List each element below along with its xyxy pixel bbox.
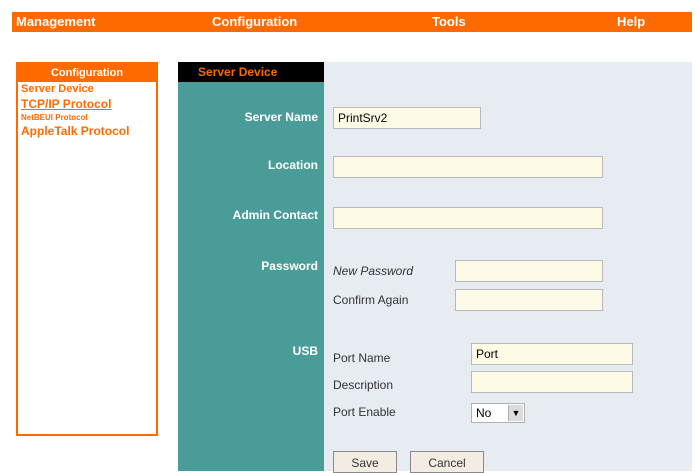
new-password-field[interactable]: [455, 260, 603, 282]
label-column: [178, 82, 324, 471]
description-field[interactable]: [471, 371, 633, 393]
nav-tools[interactable]: Tools: [432, 14, 466, 29]
admin-contact-field[interactable]: [333, 207, 603, 229]
port-enable-select[interactable]: No ▼: [471, 403, 525, 423]
sidebar-item-tcpip[interactable]: TCP/IP Protocol: [18, 97, 156, 112]
sidebar-title: Configuration: [18, 64, 156, 82]
description-label: Description: [333, 378, 394, 392]
save-button[interactable]: Save: [333, 451, 397, 473]
nav-help[interactable]: Help: [617, 14, 645, 29]
panel-title: Server Device: [178, 62, 324, 82]
port-name-field[interactable]: [471, 343, 633, 365]
admin-contact-label: Admin Contact: [232, 208, 318, 222]
chevron-down-icon[interactable]: ▼: [508, 405, 523, 421]
new-password-label: New Password: [333, 264, 414, 278]
port-name-label: Port Name: [333, 351, 391, 365]
cancel-button[interactable]: Cancel: [410, 451, 484, 473]
top-nav-bar: Management Configuration Tools Help: [12, 12, 692, 32]
usb-label: USB: [292, 344, 318, 358]
nav-management[interactable]: Management: [16, 14, 95, 29]
sidebar-item-netbeui[interactable]: NetBEUI Protocol: [18, 112, 156, 124]
confirm-password-label: Confirm Again: [333, 293, 409, 307]
sidebar-item-appletalk[interactable]: AppleTalk Protocol: [18, 124, 156, 139]
server-name-field[interactable]: [333, 107, 481, 129]
port-enable-label: Port Enable: [333, 405, 396, 419]
port-enable-value: No: [476, 406, 492, 420]
password-label: Password: [261, 259, 318, 273]
sidebar: Configuration Server Device TCP/IP Proto…: [16, 62, 158, 436]
location-label: Location: [268, 158, 318, 172]
nav-configuration[interactable]: Configuration: [212, 14, 297, 29]
confirm-password-field[interactable]: [455, 289, 603, 311]
server-name-label: Server Name: [244, 110, 318, 124]
panel-title-fill: [324, 62, 692, 82]
location-field[interactable]: [333, 156, 603, 178]
sidebar-item-server-device[interactable]: Server Device: [18, 82, 156, 97]
